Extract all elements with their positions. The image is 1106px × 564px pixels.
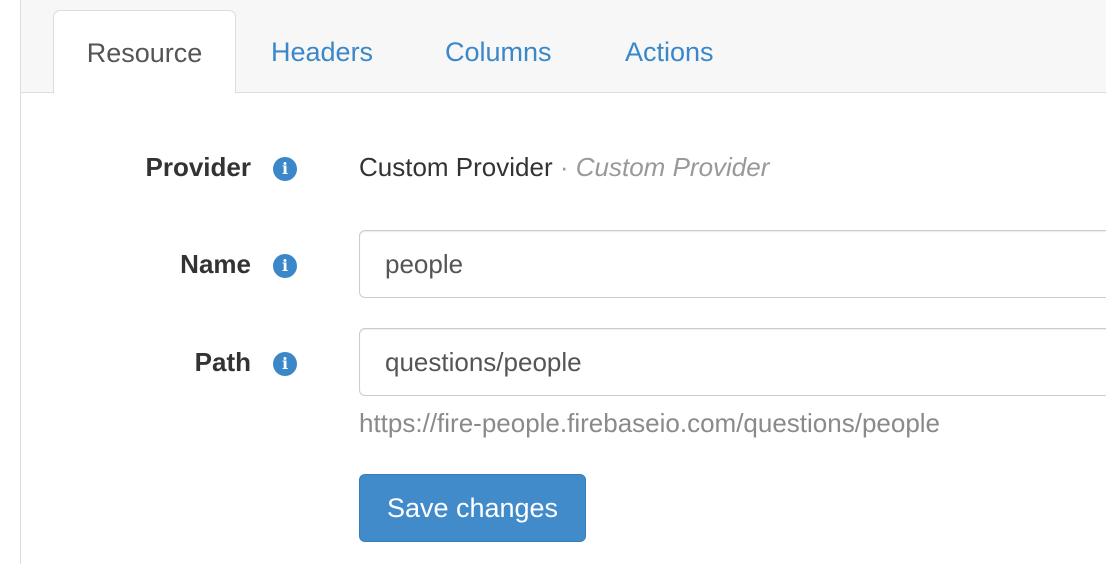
tab-bar: Resource Headers Columns Actions — [21, 0, 1106, 94]
tab-columns[interactable]: Columns — [413, 10, 584, 94]
provider-label: Provider — [145, 152, 252, 182]
name-field[interactable] — [359, 230, 1106, 298]
path-help-url: https://fire-people.firebaseio.com/quest… — [359, 408, 941, 438]
tab-resource[interactable]: Resource — [53, 10, 236, 94]
tab-headers[interactable]: Headers — [239, 10, 405, 94]
info-icon[interactable]: i — [273, 254, 297, 278]
provider-name: Custom Provider — [359, 152, 553, 182]
info-icon[interactable]: i — [273, 352, 297, 376]
provider-separator: · — [559, 152, 569, 182]
resource-panel: Resource Headers Columns Actions Provide… — [20, 0, 1106, 564]
path-field[interactable] — [359, 328, 1106, 396]
provider-value: Custom Provider · Custom Provider — [359, 152, 769, 183]
tab-actions[interactable]: Actions — [593, 10, 746, 94]
name-label: Name — [180, 249, 251, 279]
path-label: Path — [194, 347, 251, 377]
save-changes-button[interactable]: Save changes — [359, 474, 586, 542]
info-icon[interactable]: i — [273, 157, 297, 181]
provider-type: Custom Provider — [575, 152, 770, 182]
